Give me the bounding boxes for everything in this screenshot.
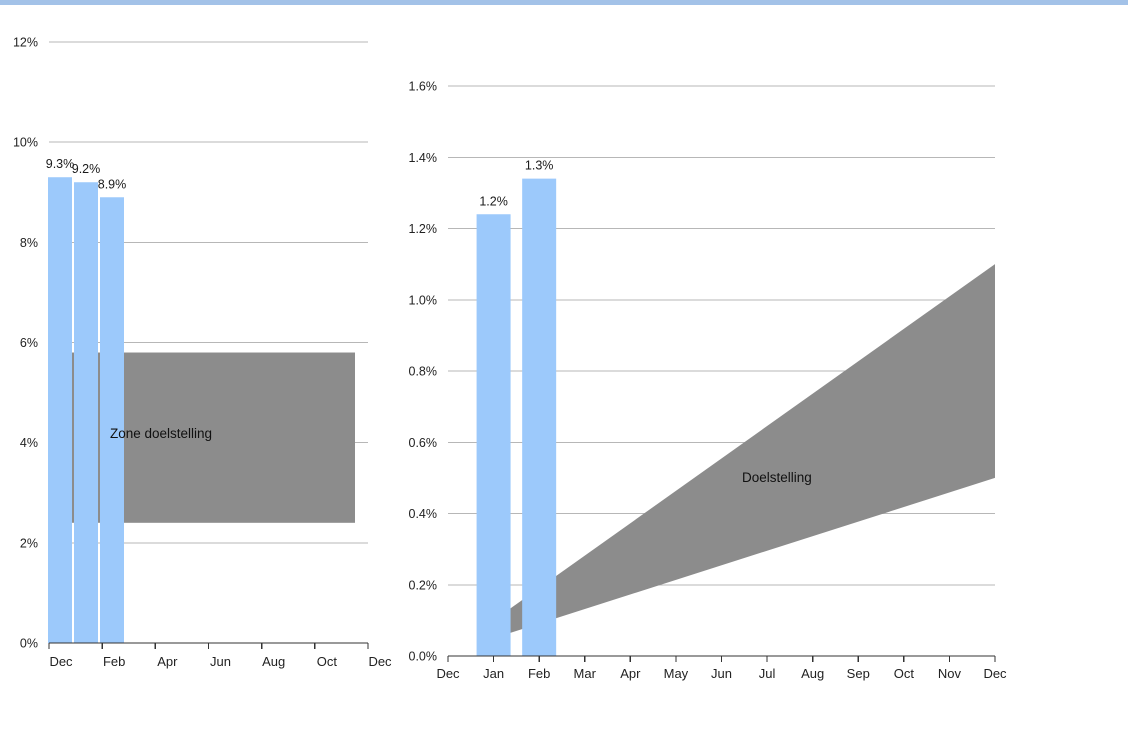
left-bar-Feb[interactable]: [100, 197, 124, 643]
left-y-tick-label: 2%: [20, 536, 38, 550]
right-data-label-Jan: 1.2%: [479, 194, 508, 208]
left-x-tick-label: Aug: [262, 654, 285, 669]
chart-left-panel: 0% 2% 4% 6% 8% 10% 12% 9.3% 9.2% 8.9% Zone doelste…: [0, 0, 400, 738]
right-chart-svg: 0.0% 0.2% 0.4% 0.6% 0.8% 1.0% 1.2% 1.4% 1.6% 1.2%…: [409, 80, 1008, 682]
left-x-tick-label: Feb: [103, 654, 125, 669]
right-x-tick-label: Jan: [483, 666, 504, 681]
right-y-tick-label: 0.2%: [409, 578, 438, 592]
right-x-tick-label: Dec: [436, 666, 460, 681]
left-x-tick-label: Dec: [368, 654, 392, 669]
right-bar-Jan[interactable]: [476, 214, 511, 656]
left-y-tick-label: 4%: [20, 436, 38, 450]
right-data-label-Feb: 1.3%: [525, 159, 554, 173]
right-y-tick-label: 1.6%: [409, 80, 438, 94]
right-y-tick-label: 0.6%: [409, 436, 438, 450]
left-y-tick-label: 0%: [20, 637, 38, 651]
left-y-tick-label: 8%: [20, 236, 38, 250]
right-doelstelling-cone-band: [493, 264, 995, 639]
right-y-tick-label: 0.0%: [409, 650, 438, 664]
right-x-tick-label: Dec: [983, 666, 1007, 681]
right-y-tick-label: 1.0%: [409, 293, 438, 307]
left-bar-Dec[interactable]: [48, 177, 72, 643]
right-y-tick-label: 1.2%: [409, 222, 438, 236]
left-x-tick-label: Oct: [317, 654, 338, 669]
left-x-tick-label: Jun: [210, 654, 231, 669]
left-chart-svg: 0% 2% 4% 6% 8% 10% 12% 9.3%9.2%8.9% Zone doelste…: [13, 36, 392, 670]
right-y-tick-label: 0.8%: [409, 365, 438, 379]
right-x-tick-label: Mar: [574, 666, 597, 681]
left-y-tick-label: 12%: [13, 36, 38, 50]
left-data-label-Feb: 8.9%: [98, 177, 127, 191]
left-data-label-Jan: 9.2%: [72, 162, 101, 176]
right-x-tick-label: Jun: [711, 666, 732, 681]
left-x-tick-label: Apr: [157, 654, 178, 669]
right-y-tick-label: 1.4%: [409, 151, 438, 165]
chart-right-panel: 0.0% 0.2% 0.4% 0.6% 0.8% 1.0% 1.2% 1.4% 1.6% 1.2%…: [400, 0, 1128, 738]
right-x-tick-label: Feb: [528, 666, 550, 681]
left-zone-label: Zone doelstelling: [110, 426, 212, 441]
left-data-label-Dec: 9.3%: [46, 157, 75, 171]
right-x-tick-label: Sep: [847, 666, 870, 681]
right-x-tick-label: Nov: [938, 666, 962, 681]
right-y-tick-label: 0.4%: [409, 507, 438, 521]
right-x-tick-label: May: [664, 666, 689, 681]
right-x-tick-label: Aug: [801, 666, 824, 681]
right-x-tick-label: Oct: [894, 666, 915, 681]
right-x-tick-label: Jul: [759, 666, 776, 681]
right-x-tick-label: Apr: [620, 666, 641, 681]
right-bar-Feb[interactable]: [522, 178, 557, 656]
left-y-tick-label: 6%: [20, 336, 38, 350]
right-zone-label: Doelstelling: [742, 470, 812, 485]
left-x-tick-label: Dec: [49, 654, 73, 669]
left-y-tick-label: 10%: [13, 136, 38, 150]
left-bar-Jan[interactable]: [74, 182, 98, 643]
